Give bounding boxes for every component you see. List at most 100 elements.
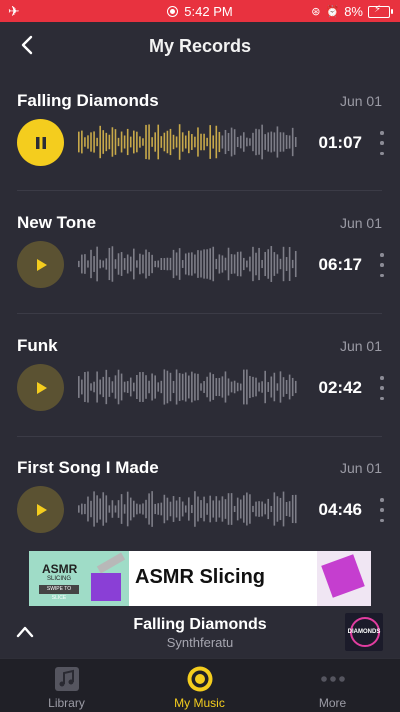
alarm-icon: ⏰ (325, 6, 340, 18)
waveform-bar (105, 369, 108, 405)
waveform-bar (267, 382, 270, 392)
waveform-bar (123, 135, 126, 149)
waveform-bar (160, 502, 163, 516)
waveform-bar (102, 260, 105, 268)
more-options-button[interactable] (378, 498, 386, 522)
more-options-button[interactable] (378, 253, 386, 277)
waveform-bar (139, 253, 141, 275)
waveform-bar (285, 380, 288, 394)
waveform-bar (294, 380, 297, 394)
waveform-bar (129, 256, 132, 272)
waveform-bar (108, 505, 111, 513)
more-dots-icon (320, 676, 345, 682)
waveform-bar (267, 498, 270, 520)
record-item[interactable]: Falling Diamonds Jun 01 01:07 (0, 91, 400, 213)
waveform-bar (209, 372, 211, 402)
waveform-bar (291, 494, 294, 524)
waveform-bar (249, 256, 251, 272)
play-button[interactable] (17, 241, 64, 288)
waveform-bar (84, 137, 86, 147)
waveform-bar (264, 370, 266, 404)
waveform-bar (169, 501, 172, 517)
waveform-bar (145, 249, 147, 279)
record-item[interactable]: New Tone Jun 01 06:17 (0, 213, 400, 335)
divider (17, 313, 382, 314)
waveform-bar (261, 501, 263, 517)
ad-thumb-title: ASMR (42, 562, 78, 576)
album-art[interactable]: DIAMONDS (345, 613, 383, 651)
waveform-bar (142, 503, 144, 515)
play-button[interactable] (17, 364, 64, 411)
waveform-bar (151, 491, 153, 527)
ad-banner[interactable]: ASMR SLICING SWIPE TO SLICE ASMR Slicing (29, 551, 371, 606)
waveform-bar (261, 259, 263, 269)
waveform-bar (236, 497, 239, 521)
waveform-bar (264, 503, 266, 515)
cube-icon (321, 554, 365, 598)
waveform-bar (78, 376, 80, 398)
waveform-bar (233, 380, 236, 394)
waveform-bar (96, 495, 98, 523)
waveform-bar (294, 250, 297, 278)
waveform[interactable] (78, 368, 298, 406)
record-date: Jun 01 (339, 215, 382, 231)
record-item[interactable]: Funk Jun 01 02:42 (0, 336, 400, 458)
waveform-bar (172, 249, 175, 279)
waveform-bar (255, 252, 257, 276)
waveform[interactable] (78, 123, 298, 161)
waveform-bar (215, 378, 218, 396)
waveform-bar (197, 496, 199, 522)
waveform-bar (111, 381, 114, 393)
rotation-lock-icon: ⊛ (311, 6, 321, 18)
waveform-bar (191, 134, 193, 150)
waveform-bar (285, 257, 288, 271)
waveform-bar (276, 496, 279, 522)
waveform-bar (215, 496, 218, 522)
waveform-bar (282, 246, 285, 282)
divider (17, 436, 382, 437)
album-label: DIAMONDS (347, 629, 381, 635)
more-options-button[interactable] (378, 131, 386, 155)
tab-my-music[interactable]: My Music (133, 659, 266, 712)
waveform-bar (145, 124, 147, 160)
waveform-bar (154, 132, 156, 152)
waveform-bar (93, 491, 95, 527)
waveform-bar (78, 260, 80, 268)
waveform-bar (108, 134, 111, 150)
waveform-bar (178, 124, 181, 160)
waveform-bar (126, 491, 129, 527)
more-options-button[interactable] (378, 376, 386, 400)
waveform-bar (239, 251, 242, 277)
ad-thumbnail: ASMR SLICING SWIPE TO SLICE (29, 551, 129, 606)
waveform-bar (261, 124, 263, 160)
waveform-bar (279, 371, 282, 403)
record-duration: 02:42 (318, 378, 362, 397)
waveform-bar (133, 248, 135, 280)
waveform-bar (236, 136, 239, 148)
waveform-bar (239, 383, 242, 391)
waveform-bar (126, 128, 129, 156)
battery-percent: 8% (344, 4, 363, 19)
waveform-bar (212, 246, 215, 282)
record-title: Funk (17, 336, 58, 355)
tab-library[interactable]: Library (0, 659, 133, 712)
waveform[interactable] (78, 245, 298, 283)
waveform-bar (255, 377, 257, 397)
waveform-bar (218, 131, 221, 153)
tab-more[interactable]: More (266, 659, 399, 712)
record-duration: 04:46 (318, 500, 362, 519)
now-playing-title: Falling Diamonds (133, 616, 267, 633)
mini-player[interactable]: Falling Diamonds Synthferatu DIAMONDS (0, 608, 400, 658)
pause-button[interactable] (17, 119, 64, 166)
waveform[interactable] (78, 490, 298, 528)
waveform-bar (96, 371, 98, 403)
waveform-bar (276, 254, 279, 274)
play-button[interactable] (17, 486, 64, 533)
waveform-bar (288, 135, 291, 149)
waveform-bar (178, 248, 181, 280)
play-icon (36, 503, 47, 516)
waveform-bar (163, 258, 166, 270)
waveform-bar (175, 500, 178, 518)
waveform-bar (191, 371, 193, 403)
waveform-bar (136, 374, 138, 400)
